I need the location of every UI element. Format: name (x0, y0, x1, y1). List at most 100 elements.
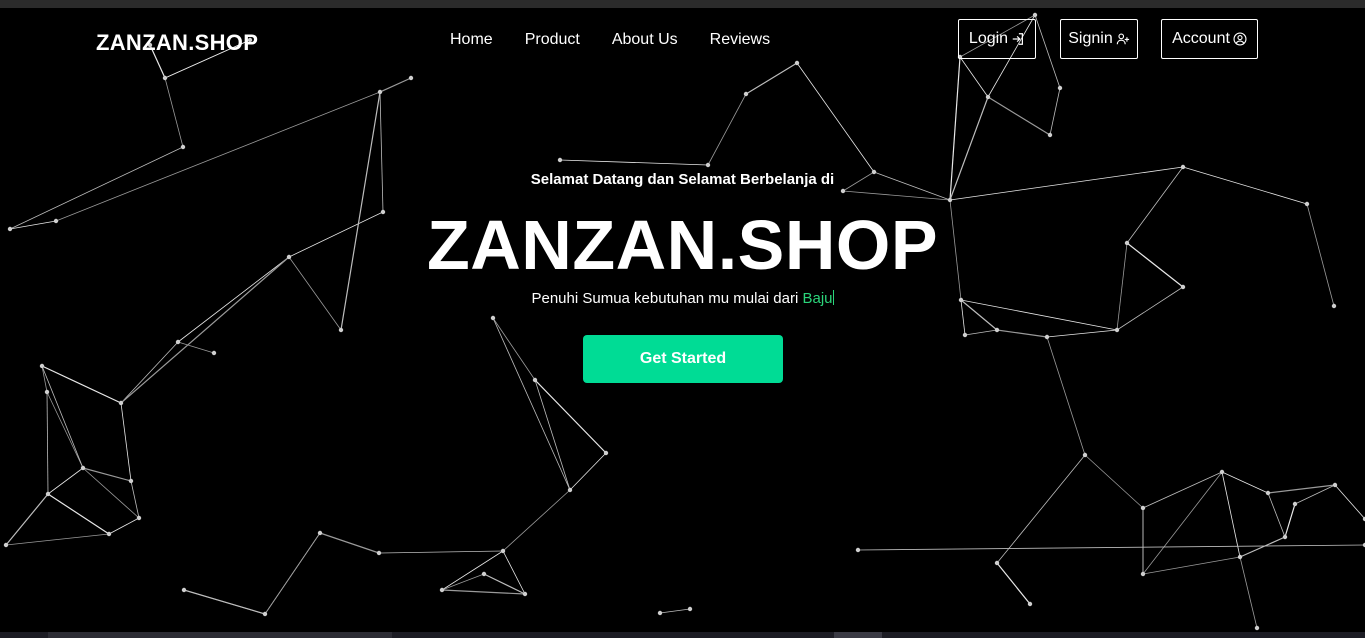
network-line (120, 341, 179, 404)
network-line (1221, 471, 1241, 558)
account-button[interactable]: Account (1161, 19, 1258, 59)
network-node (1114, 327, 1120, 333)
network-node (1027, 601, 1033, 607)
network-node (162, 75, 168, 81)
network-line (1046, 336, 1086, 456)
network-node (557, 157, 563, 163)
network-line (502, 550, 526, 595)
network-line (46, 391, 49, 495)
network-line (183, 589, 266, 615)
network-line (378, 550, 504, 554)
network-node (118, 400, 124, 406)
network-node (855, 547, 861, 553)
network-line (41, 365, 84, 469)
typing-cursor (832, 290, 834, 305)
network-node (1219, 469, 1225, 475)
network-node (962, 332, 968, 338)
network-node (603, 450, 609, 456)
network-line (379, 91, 384, 213)
network-node (1237, 554, 1243, 560)
nav-link-home[interactable]: Home (450, 31, 493, 49)
network-node (687, 606, 693, 612)
nav-link-about-us[interactable]: About Us (612, 31, 678, 49)
network-line (108, 517, 140, 535)
particle-network-background (3, 12, 1365, 631)
network-line (964, 329, 998, 336)
network-line (177, 341, 215, 354)
network-node (106, 531, 112, 537)
network-line (534, 379, 607, 454)
network-node (1044, 334, 1050, 340)
network-node (1180, 284, 1186, 290)
network-line (1284, 503, 1296, 538)
network-line (120, 402, 132, 482)
network-line (796, 62, 875, 173)
person-add-icon (1116, 33, 1129, 45)
network-node (439, 587, 445, 593)
network-line (502, 489, 571, 552)
network-line (707, 93, 747, 166)
network-line (1267, 484, 1336, 494)
network-node (1180, 164, 1186, 170)
network-line (1267, 492, 1286, 538)
signin-button[interactable]: Signin (1060, 19, 1138, 59)
network-node (262, 611, 268, 617)
network-line (492, 317, 536, 381)
network-line (41, 365, 122, 404)
network-node (1140, 505, 1146, 511)
network-line (987, 96, 1051, 136)
brand-logo[interactable]: ZANZAN.SHOP (96, 30, 258, 56)
network-node (1057, 85, 1063, 91)
network-line (483, 573, 526, 595)
hero-title: ZANZAN.SHOP (426, 206, 939, 284)
network-node (743, 91, 749, 97)
network-line (164, 77, 184, 148)
network-node (1140, 571, 1146, 577)
network-node (1082, 452, 1088, 458)
network-node (44, 389, 50, 395)
network-line (559, 159, 709, 166)
network-line (857, 544, 1365, 551)
network-line (47, 467, 84, 495)
bottom-scroll-strip (0, 632, 1365, 638)
network-line (41, 365, 48, 393)
network-line (996, 329, 1048, 338)
network-line (319, 532, 380, 554)
signin-label: Signin (1068, 30, 1113, 47)
network-line (1239, 536, 1286, 558)
get-started-button[interactable]: Get Started (583, 335, 783, 383)
network-node (376, 550, 382, 556)
network-node (532, 377, 538, 383)
network-line (5, 533, 110, 546)
network-node (985, 94, 991, 100)
network-node (39, 363, 45, 369)
network-line (1142, 471, 1223, 509)
login-icon (1012, 33, 1024, 45)
network-line (379, 77, 412, 93)
network-line (1142, 471, 1223, 575)
network-node (180, 144, 186, 150)
nav-links: Home Product About Us Reviews (450, 31, 770, 49)
network-line (1046, 329, 1118, 338)
network-node (408, 75, 414, 81)
network-line (441, 550, 504, 591)
tagline-text: Penuhi Sumua kebutuhan mu mulai dari (531, 290, 803, 307)
network-node (136, 515, 142, 521)
network-node (481, 571, 487, 577)
network-node (840, 188, 846, 194)
login-label: Login (968, 30, 1009, 47)
network-line (1221, 471, 1269, 494)
login-button[interactable]: Login (958, 19, 1036, 59)
network-line (996, 562, 1031, 605)
network-line (1142, 556, 1241, 575)
strip-segment (48, 632, 392, 638)
network-node (994, 327, 1000, 333)
network-line (441, 589, 526, 595)
network-line (996, 454, 1086, 564)
nav-link-reviews[interactable]: Reviews (710, 31, 770, 49)
network-line (264, 532, 321, 615)
network-node (45, 491, 51, 497)
nav-link-product[interactable]: Product (525, 31, 580, 49)
network-line (1049, 87, 1061, 136)
network-line (1084, 454, 1144, 509)
